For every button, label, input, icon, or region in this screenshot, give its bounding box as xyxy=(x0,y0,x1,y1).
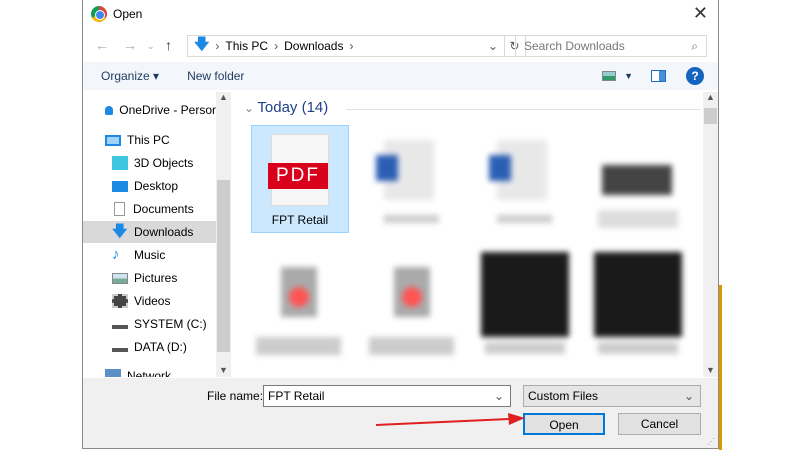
chevron-down-icon[interactable]: ⌄ xyxy=(684,389,694,403)
help-icon[interactable]: ? xyxy=(686,67,704,85)
file-tile-blurred[interactable] xyxy=(364,125,462,233)
file-list: ⌄ Today (14) PDF FPT Retail ▲ ▼ xyxy=(236,92,718,377)
forward-button[interactable]: → xyxy=(123,37,137,53)
new-folder-button[interactable]: New folder xyxy=(187,69,244,83)
group-header[interactable]: ⌄ Today (14) xyxy=(244,99,328,116)
file-tile-blurred[interactable] xyxy=(251,247,349,355)
nav-item-onedrive[interactable]: OneDrive - Persor xyxy=(83,99,216,121)
breadcrumb-this-pc[interactable]: This PC xyxy=(225,39,268,53)
nav-item-music[interactable]: ♪ Music xyxy=(83,244,216,266)
nav-item-downloads[interactable]: 🡇 Downloads xyxy=(83,221,216,243)
file-type-select[interactable]: Custom Files ⌄ xyxy=(523,385,701,407)
drive-icon xyxy=(112,342,128,352)
cloud-icon xyxy=(105,105,114,115)
nav-item-data-d[interactable]: DATA (D:) xyxy=(83,336,216,358)
nav-item-system-c[interactable]: SYSTEM (C:) xyxy=(83,313,216,335)
up-button[interactable]: ↑ xyxy=(165,37,172,53)
back-button[interactable]: ← xyxy=(95,37,109,53)
red-arrow-annotation xyxy=(375,413,525,426)
toolbar: Organize ▾ New folder ▼ ? xyxy=(83,62,718,90)
address-bar[interactable]: 🡇 › This PC › Downloads › ⌄ xyxy=(187,35,505,57)
file-name-label: FPT Retail xyxy=(271,213,329,227)
file-scrollbar-thumb[interactable] xyxy=(704,108,717,124)
nav-scrollbar-thumb[interactable] xyxy=(217,180,230,352)
chevron-down-icon[interactable]: ⌄ xyxy=(494,389,504,403)
recent-dropdown[interactable]: ⌄ xyxy=(147,41,155,52)
close-button[interactable]: ✕ xyxy=(693,3,708,24)
open-button[interactable]: Open xyxy=(523,413,605,435)
file-tile-blurred[interactable] xyxy=(590,247,688,355)
search-input[interactable]: Search Downloads ⌕ xyxy=(515,35,707,57)
document-icon xyxy=(114,202,125,216)
nav-item-network[interactable]: Network xyxy=(83,365,216,377)
search-icon: ⌕ xyxy=(691,39,698,53)
nav-item-this-pc[interactable]: This PC xyxy=(83,129,216,151)
download-icon: 🡇 xyxy=(112,223,128,240)
computer-icon xyxy=(105,134,121,146)
file-tile-blurred[interactable] xyxy=(590,125,688,233)
pictures-icon xyxy=(112,272,128,284)
desktop-icon xyxy=(112,180,128,192)
nav-scrollbar[interactable]: ▲ ▼ xyxy=(216,92,231,377)
nav-item-pictures[interactable]: Pictures xyxy=(83,267,216,289)
downloads-icon: 🡇 xyxy=(194,35,210,53)
videos-icon xyxy=(112,294,128,308)
breadcrumb-downloads[interactable]: Downloads xyxy=(284,39,343,53)
drive-icon xyxy=(112,319,128,329)
file-name-input[interactable]: FPT Retail ⌄ xyxy=(263,385,511,407)
nav-item-documents[interactable]: Documents xyxy=(83,198,216,220)
open-file-dialog: Open ✕ ← → ⌄ ↑ 🡇 › This PC › Downloads ›… xyxy=(82,0,719,449)
network-icon xyxy=(105,369,121,377)
nav-item-videos[interactable]: Videos xyxy=(83,290,216,312)
file-name-label: File name: xyxy=(207,389,264,403)
file-tile-blurred[interactable] xyxy=(364,247,462,355)
file-tile-blurred[interactable] xyxy=(477,125,575,233)
nav-item-3d-objects[interactable]: 3D Objects xyxy=(83,152,216,174)
dialog-title: Open xyxy=(113,7,143,21)
music-icon: ♪ xyxy=(112,246,120,263)
navigation-pane: OneDrive - Persor This PC 3D Objects Des… xyxy=(83,92,231,377)
chrome-icon xyxy=(91,6,107,22)
cube-icon xyxy=(112,156,128,170)
file-list-scrollbar[interactable]: ▲ ▼ xyxy=(703,92,718,377)
file-tile-blurred[interactable] xyxy=(477,247,575,355)
nav-item-desktop[interactable]: Desktop xyxy=(83,175,216,197)
cancel-button[interactable]: Cancel xyxy=(618,413,701,435)
organize-button[interactable]: Organize ▾ xyxy=(101,69,159,83)
view-dropdown-icon[interactable]: ▼ xyxy=(624,71,633,81)
file-tile-fpt-retail[interactable]: PDF FPT Retail xyxy=(251,125,349,233)
background-window-edge xyxy=(719,285,722,450)
pdf-file-icon: PDF xyxy=(268,134,329,206)
resize-grip[interactable]: ⋰ xyxy=(707,437,715,446)
view-icon[interactable] xyxy=(602,71,617,81)
chevron-down-icon[interactable]: ⌄ xyxy=(488,39,498,53)
preview-pane-icon[interactable] xyxy=(651,70,666,82)
